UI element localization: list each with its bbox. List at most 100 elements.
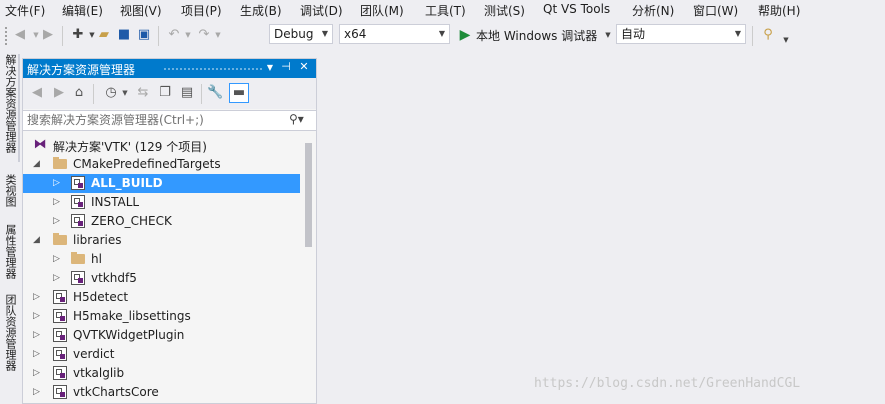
expand-arrow-icon[interactable]: ▷ — [53, 214, 63, 228]
configuration-value: Debug — [274, 27, 314, 41]
tree-item[interactable]: ◢ CMakePredefinedTargets — [23, 155, 300, 174]
side-tab-team-explorer[interactable]: 团队资源管理器 — [3, 294, 17, 371]
expand-arrow-icon[interactable]: ▷ — [33, 309, 43, 323]
tree-item[interactable]: ▷ H5make_libsettings — [23, 307, 300, 326]
start-debug-button[interactable]: 本地 Windows 调试器 — [476, 27, 597, 44]
filter-dropdown-icon[interactable]: ▼ — [117, 85, 133, 101]
tree-item[interactable]: ⧓ 解决方案'VTK' (129 个项目) — [23, 136, 300, 155]
side-tab-property-manager[interactable]: 属性管理器 — [3, 224, 17, 279]
tree-item[interactable]: ▷ verdict — [23, 345, 300, 364]
tree-item[interactable]: ▷ hl — [23, 250, 300, 269]
scroll-thumb[interactable] — [305, 143, 312, 247]
tree-item-label: ALL_BUILD — [91, 176, 163, 190]
project-icon — [71, 214, 85, 228]
collapse-all-icon[interactable]: ❐ — [157, 85, 173, 101]
forward-icon[interactable]: ▶ — [51, 85, 67, 101]
toolbar-overflow-icon[interactable]: ▼ — [778, 32, 794, 48]
tree-item[interactable]: ▷ vtkhdf5 — [23, 269, 300, 288]
tree-item-label: libraries — [73, 233, 122, 247]
back-icon[interactable]: ◀ — [29, 85, 45, 101]
menu-item[interactable]: 调试(D) — [300, 2, 343, 19]
expand-arrow-icon[interactable]: ▷ — [33, 328, 43, 342]
menu-item[interactable]: Qt VS Tools — [543, 2, 610, 16]
home-icon[interactable]: ⌂ — [71, 85, 87, 101]
expand-arrow-icon[interactable]: ▷ — [53, 252, 63, 266]
start-debug-dropdown-icon[interactable]: ▼ — [600, 27, 616, 43]
menu-item[interactable]: 帮助(H) — [758, 2, 800, 19]
solution-icon: ⧓ — [33, 137, 47, 152]
save-icon[interactable]: ■ — [116, 27, 132, 43]
project-icon — [53, 366, 67, 380]
project-icon — [53, 385, 67, 399]
expand-arrow-icon[interactable]: ▷ — [33, 385, 43, 399]
tree-item[interactable]: ▷ vtkalglib — [23, 364, 300, 383]
side-tab-class-view[interactable]: 类视图 — [3, 174, 17, 207]
expand-arrow-icon[interactable]: ▷ — [33, 347, 43, 361]
project-icon — [53, 328, 67, 342]
expand-arrow-icon[interactable]: ▷ — [33, 290, 43, 304]
expand-arrow-icon[interactable]: ▷ — [53, 271, 63, 285]
preview-selected-icon[interactable]: ▬ — [229, 83, 249, 103]
menu-item[interactable]: 生成(B) — [240, 2, 282, 19]
tree-item[interactable]: ▷ ZERO_CHECK — [23, 212, 300, 231]
folder-icon — [71, 252, 85, 264]
properties-icon[interactable]: 🔧 — [207, 85, 223, 101]
tree-item-label: vtkalglib — [73, 366, 125, 380]
tree-item[interactable]: ◢ libraries — [23, 231, 300, 250]
tree-item-label: ZERO_CHECK — [91, 214, 172, 228]
tree-item-label: 解决方案'VTK' (129 个项目) — [53, 140, 207, 154]
close-icon[interactable]: ✕ — [297, 60, 311, 73]
configuration-dropdown[interactable]: Debug ▼ — [269, 24, 333, 44]
open-folder-icon[interactable]: ▰ — [96, 27, 112, 43]
solution-platform-dropdown[interactable]: 自动 ▼ — [616, 24, 746, 44]
tree-item[interactable]: ▷ ALL_BUILD — [23, 174, 300, 193]
pin-icon[interactable]: ⊣ — [279, 60, 293, 73]
expand-arrow-icon[interactable]: ▷ — [53, 176, 63, 190]
project-icon — [53, 347, 67, 361]
tree-item[interactable]: ▷ H5detect — [23, 288, 300, 307]
menu-item[interactable]: 视图(V) — [120, 2, 162, 19]
show-all-files-icon[interactable]: ▤ — [179, 85, 195, 101]
sync-icon[interactable]: ⇆ — [135, 85, 151, 101]
tree-item-label: vtkhdf5 — [91, 271, 137, 285]
folder-icon — [53, 233, 67, 245]
save-all-icon[interactable]: ▣ — [136, 27, 152, 43]
menu-item[interactable]: 窗口(W) — [693, 2, 738, 19]
toolbar-separator — [201, 84, 202, 104]
collapse-arrow-icon[interactable]: ◢ — [33, 233, 43, 247]
platform-dropdown[interactable]: x64 ▼ — [339, 24, 450, 44]
window-position-icon[interactable]: ▼ — [263, 63, 277, 72]
tree-item-label: CMakePredefinedTargets — [73, 157, 221, 171]
platform-value: x64 — [344, 27, 367, 41]
solution-tree: ⧓ 解决方案'VTK' (129 个项目) ◢ CMakePredefinedTarg… — [23, 135, 303, 403]
back-icon[interactable]: ◀ — [12, 27, 28, 43]
menu-item[interactable]: 团队(M) — [360, 2, 404, 19]
tree-item[interactable]: ▷ INSTALL — [23, 193, 300, 212]
tree-item-label: vtkChartsCore — [73, 385, 159, 399]
menu-item[interactable]: 分析(N) — [632, 2, 674, 19]
search-icon[interactable]: ⚲▾ — [289, 112, 304, 126]
collapse-arrow-icon[interactable]: ◢ — [33, 157, 43, 171]
tree-item-label: verdict — [73, 347, 115, 361]
menu-item[interactable]: 测试(S) — [484, 2, 525, 19]
vertical-scrollbar[interactable] — [302, 135, 314, 403]
start-debug-icon[interactable]: ▶ — [457, 27, 473, 43]
toolbar-grip[interactable] — [4, 26, 8, 46]
undo-dropdown-icon[interactable]: ▼ — [180, 27, 196, 43]
expand-arrow-icon[interactable]: ▷ — [53, 195, 63, 209]
side-tab-indicator — [18, 54, 20, 162]
search-input[interactable] — [25, 112, 287, 128]
find-in-files-icon[interactable]: ⚲ — [760, 27, 776, 43]
menu-bar: 文件(F) 编辑(E) 视图(V) 项目(P) 生成(B) 调试(D) 团队(M) 工具(T)… — [0, 0, 885, 20]
forward-icon[interactable]: ▶ — [40, 27, 56, 43]
menu-item[interactable]: 工具(T) — [425, 2, 466, 19]
tree-item[interactable]: ▷ vtkChartsCore — [23, 383, 300, 402]
expand-arrow-icon[interactable]: ▷ — [33, 366, 43, 380]
menu-item[interactable]: 编辑(E) — [62, 2, 103, 19]
redo-dropdown-icon[interactable]: ▼ — [210, 27, 226, 43]
menu-item[interactable]: 项目(P) — [181, 2, 222, 19]
side-tab-solution-explorer[interactable]: 解决方案资源管理器 — [3, 54, 17, 153]
panel-title-bar[interactable]: 解决方案资源管理器 ▼ ⊣ ✕ — [23, 59, 316, 78]
tree-item[interactable]: ▷ QVTKWidgetPlugin — [23, 326, 300, 345]
menu-item[interactable]: 文件(F) — [5, 2, 45, 19]
